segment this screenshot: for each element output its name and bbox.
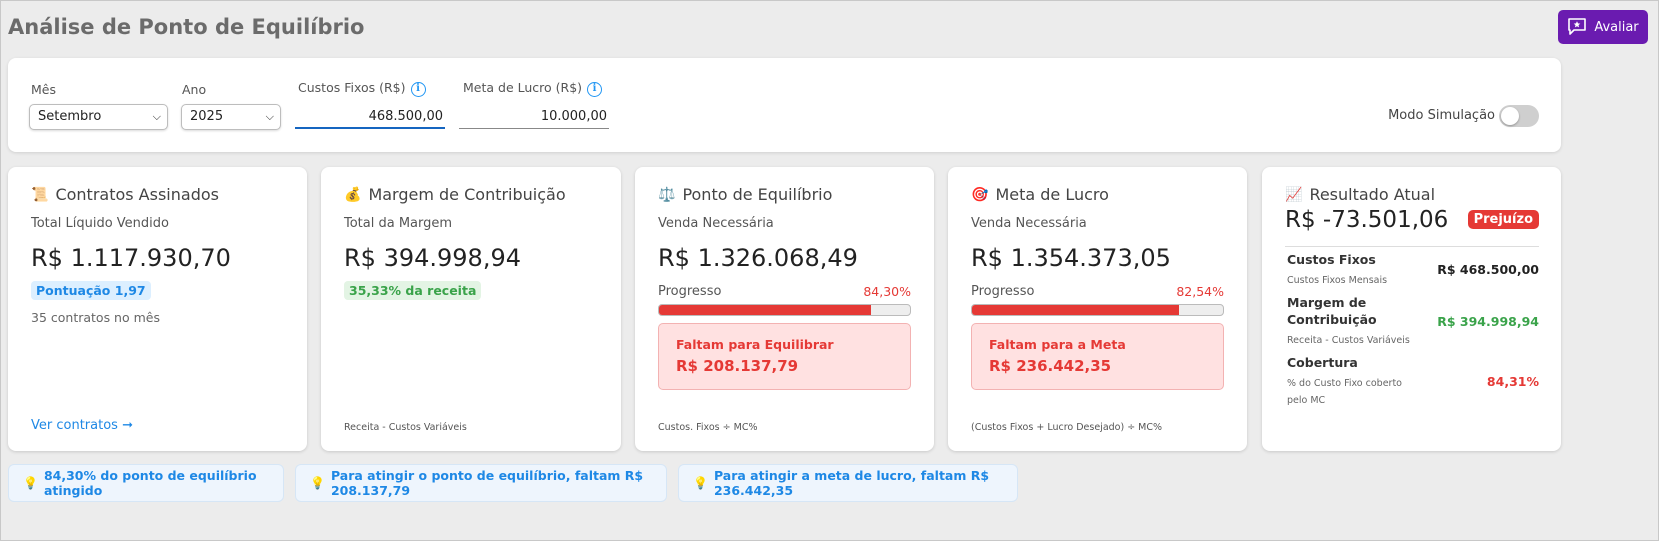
custos-fixos-row-value: R$ 468.500,00 xyxy=(1437,262,1539,277)
tip-item: 💡 Para atingir o ponto de equilíbrio, fa… xyxy=(295,464,667,502)
mes-select[interactable]: Setembro ⌵ xyxy=(29,104,168,130)
contratos-subtitle: Total Líquido Vendido xyxy=(31,216,169,231)
meta-lucro-input[interactable]: 10.000,00 xyxy=(459,105,609,129)
resultado-title: 📈 Resultado Atual xyxy=(1285,185,1435,204)
meta-title-text: Meta de Lucro xyxy=(995,185,1109,204)
lightbulb-icon: 💡 xyxy=(23,476,38,490)
meta-title: 🎯 Meta de Lucro xyxy=(971,185,1109,204)
ponto-alert-title: Faltam para Equilibrar xyxy=(676,337,834,352)
meta-alert: Faltam para a Meta R$ 236.442,35 xyxy=(971,323,1224,390)
lightbulb-icon: 💡 xyxy=(693,476,708,490)
divider xyxy=(1285,246,1539,247)
money-bag-icon: 💰 xyxy=(344,186,362,203)
custos-fixos-label-text: Custos Fixos (R$) xyxy=(298,80,406,95)
resultado-value: R$ -73.501,06 xyxy=(1285,207,1449,233)
margem-card: 💰 Margem de Contribuição Total da Margem… xyxy=(321,167,621,451)
margem-subtitle: Total da Margem xyxy=(344,216,453,231)
info-icon[interactable]: i xyxy=(410,82,426,97)
chevron-down-icon: ⌵ xyxy=(265,110,274,123)
meta-progress-label: Progresso xyxy=(971,284,1035,299)
tip-item: 💡 Para atingir a meta de lucro, faltam R… xyxy=(678,464,1018,502)
pontuacao-badge: Pontuação 1,97 xyxy=(31,281,151,300)
target-icon: 🎯 xyxy=(971,186,989,203)
custos-fixos-row-sub: Custos Fixos Mensais xyxy=(1287,275,1388,286)
ponto-formula: Custos. Fixos ÷ MC% xyxy=(658,422,758,433)
ponto-value: R$ 1.326.068,49 xyxy=(658,244,858,272)
ver-contratos-link[interactable]: Ver contratos ➞ xyxy=(31,418,133,433)
contratos-title: 📜 Contratos Assinados xyxy=(31,185,219,204)
tip-text: Para atingir a meta de lucro, faltam R$ … xyxy=(713,468,990,498)
info-icon[interactable]: i xyxy=(587,82,603,97)
ano-value: 2025 xyxy=(190,109,224,124)
modo-simulacao-toggle[interactable] xyxy=(1499,105,1539,127)
prejuizo-badge: Prejuízo xyxy=(1467,210,1539,229)
mes-label: Mês xyxy=(31,82,56,97)
custos-fixos-input[interactable]: 468.500,00 xyxy=(295,105,445,129)
avaliar-label: Avaliar xyxy=(1594,19,1639,35)
chevron-down-icon: ⌵ xyxy=(152,110,161,123)
meta-lucro-card: 🎯 Meta de Lucro Venda Necessária R$ 1.35… xyxy=(948,167,1247,451)
margem-row-sub: Receita - Custos Variáveis xyxy=(1287,335,1410,346)
contratos-card: 📜 Contratos Assinados Total Líquido Vend… xyxy=(8,167,307,451)
resultado-card: 📈 Resultado Atual R$ -73.501,06 Prejuízo… xyxy=(1262,167,1561,451)
cobertura-row-title: Cobertura xyxy=(1287,355,1358,370)
lightbulb-icon: 💡 xyxy=(310,476,325,490)
contratos-count: 35 contratos no mês xyxy=(31,310,160,325)
tip-item: 💡 84,30% do ponto de equilíbrio atingido xyxy=(8,464,284,502)
ponto-equilibrio-card: ⚖️ Ponto de Equilíbrio Venda Necessária … xyxy=(635,167,934,451)
filters-panel: Mês Setembro ⌵ Ano 2025 ⌵ Custos Fixos (… xyxy=(8,58,1561,152)
scroll-icon: 📜 xyxy=(31,186,49,203)
ponto-alert: Faltam para Equilibrar R$ 208.137,79 xyxy=(658,323,911,390)
margem-formula: Receita - Custos Variáveis xyxy=(344,422,467,433)
scales-icon: ⚖️ xyxy=(658,186,676,203)
chart-up-icon: 📈 xyxy=(1285,186,1303,203)
cobertura-row-sub-2: pelo MC xyxy=(1287,395,1326,406)
resultado-title-text: Resultado Atual xyxy=(1309,185,1436,204)
margem-receita-badge: 35,33% da receita xyxy=(344,281,482,300)
margem-title: 💰 Margem de Contribuição xyxy=(344,185,566,204)
ponto-progress-label: Progresso xyxy=(658,284,722,299)
ponto-progress-pct: 84,30% xyxy=(863,284,911,299)
meta-formula: (Custos Fixos + Lucro Desejado) ÷ MC% xyxy=(971,422,1163,433)
meta-lucro-label: Meta de Lucro (R$) i xyxy=(463,80,603,97)
margem-row-value: R$ 394.998,94 xyxy=(1437,314,1539,329)
contratos-value: R$ 1.117.930,70 xyxy=(31,244,231,272)
margem-value: R$ 394.998,94 xyxy=(344,244,521,272)
ponto-title-text: Ponto de Equilíbrio xyxy=(682,185,833,204)
page-title: Análise de Ponto de Equilíbrio xyxy=(8,15,365,39)
meta-lucro-label-text: Meta de Lucro (R$) xyxy=(463,80,583,95)
meta-alert-value: R$ 236.442,35 xyxy=(989,357,1112,375)
ponto-title: ⚖️ Ponto de Equilíbrio xyxy=(658,185,832,204)
modo-simulacao-label: Modo Simulação xyxy=(1388,108,1495,123)
tip-text: Para atingir o ponto de equilíbrio, falt… xyxy=(330,468,644,498)
ponto-alert-value: R$ 208.137,79 xyxy=(676,357,799,375)
tip-text: 84,30% do ponto de equilíbrio atingido xyxy=(43,468,257,498)
custos-fixos-row-title: Custos Fixos xyxy=(1287,252,1376,267)
margem-row-title: Margem de xyxy=(1287,295,1367,310)
meta-subtitle: Venda Necessária xyxy=(971,216,1087,231)
ano-label: Ano xyxy=(182,82,207,97)
meta-value: R$ 1.354.373,05 xyxy=(971,244,1171,272)
ponto-progress-fill xyxy=(659,305,871,315)
custos-fixos-label: Custos Fixos (R$) i xyxy=(298,80,426,97)
meta-progress-fill xyxy=(972,305,1180,315)
ponto-progress-bar xyxy=(658,304,911,316)
meta-alert-title: Faltam para a Meta xyxy=(989,337,1126,352)
ponto-subtitle: Venda Necessária xyxy=(658,216,774,231)
cobertura-row-sub: % do Custo Fixo coberto xyxy=(1287,378,1402,389)
margem-title-text: Margem de Contribuição xyxy=(368,185,566,204)
cobertura-row-value: 84,31% xyxy=(1486,374,1539,389)
star-message-icon xyxy=(1568,18,1587,35)
meta-progress-bar xyxy=(971,304,1224,316)
mes-value: Setembro xyxy=(38,109,102,124)
margem-row-title-2: Contribuição xyxy=(1287,312,1377,327)
meta-progress-pct: 82,54% xyxy=(1176,284,1224,299)
contratos-title-text: Contratos Assinados xyxy=(55,185,219,204)
avaliar-button[interactable]: Avaliar xyxy=(1558,10,1648,44)
toggle-knob xyxy=(1501,107,1519,125)
ano-select[interactable]: 2025 ⌵ xyxy=(181,104,281,130)
